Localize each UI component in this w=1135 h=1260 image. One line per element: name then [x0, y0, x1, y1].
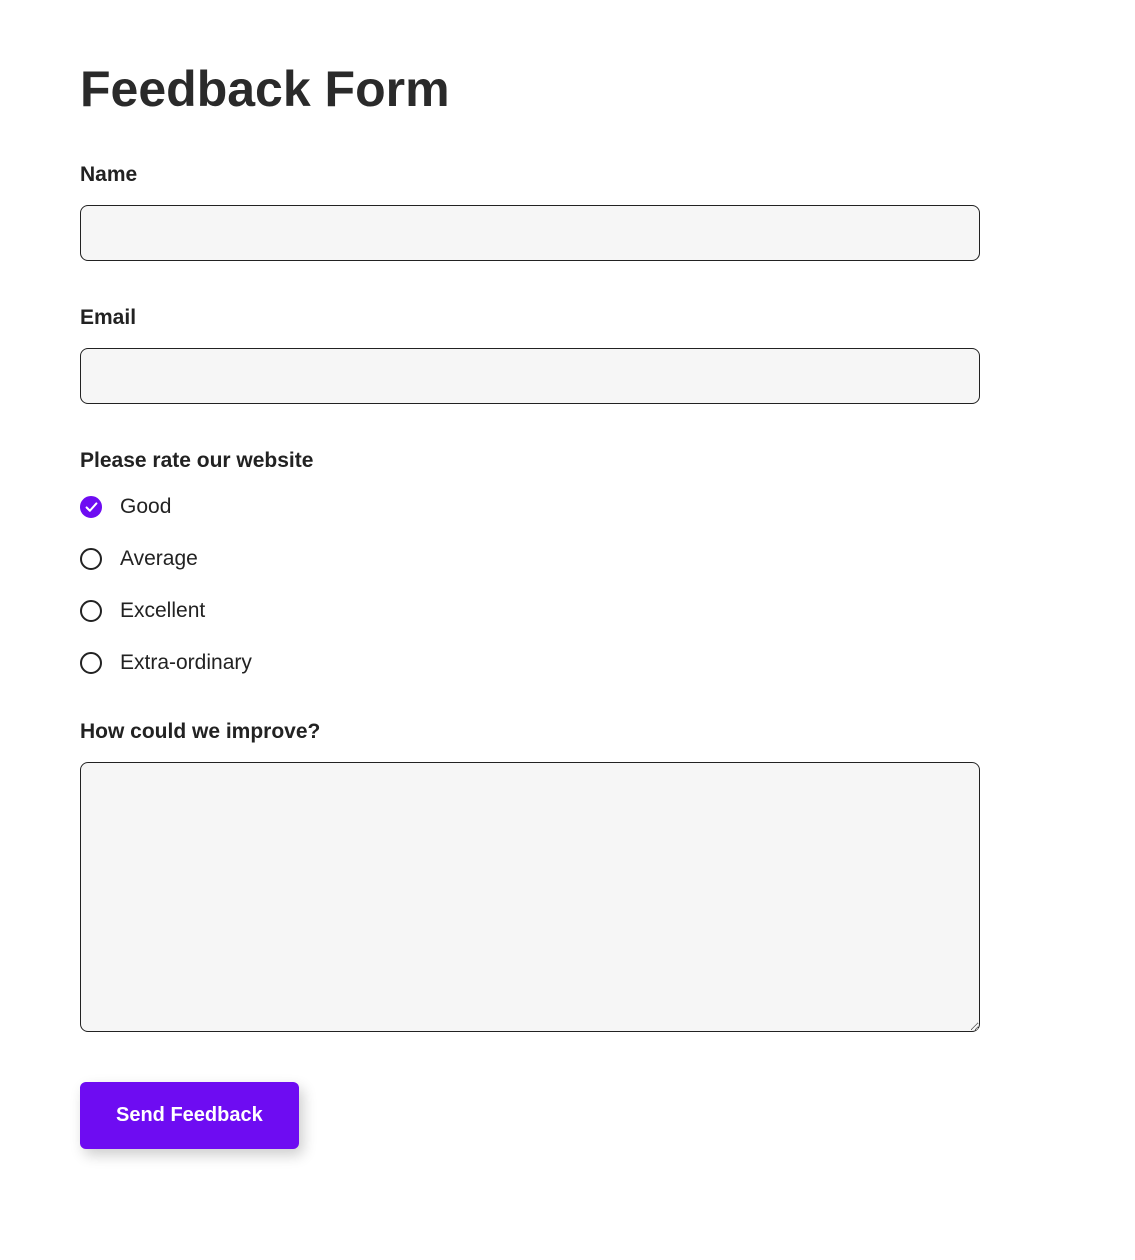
email-field-group: Email — [80, 306, 980, 404]
name-field-group: Name — [80, 163, 980, 261]
radio-icon — [80, 548, 102, 570]
radio-label: Good — [120, 495, 171, 519]
feedback-form: Feedback Form Name Email Please rate our… — [80, 60, 980, 1149]
improve-label: How could we improve? — [80, 720, 980, 744]
name-label: Name — [80, 163, 980, 187]
radio-label: Average — [120, 547, 198, 571]
form-title: Feedback Form — [80, 60, 980, 118]
radio-icon — [80, 600, 102, 622]
radio-option-average[interactable]: Average — [80, 547, 980, 571]
name-input[interactable] — [80, 205, 980, 261]
rating-group: Please rate our website Good Average — [80, 449, 980, 675]
radio-label: Excellent — [120, 599, 205, 623]
check-icon — [85, 501, 98, 514]
improve-textarea[interactable] — [80, 762, 980, 1032]
radio-option-excellent[interactable]: Excellent — [80, 599, 980, 623]
radio-option-good[interactable]: Good — [80, 495, 980, 519]
rating-question: Please rate our website — [80, 449, 980, 473]
improve-field-group: How could we improve? — [80, 720, 980, 1037]
radio-icon — [80, 652, 102, 674]
email-input[interactable] — [80, 348, 980, 404]
email-label: Email — [80, 306, 980, 330]
radio-option-extra-ordinary[interactable]: Extra-ordinary — [80, 651, 980, 675]
radio-label: Extra-ordinary — [120, 651, 252, 675]
radio-icon — [80, 496, 102, 518]
send-feedback-button[interactable]: Send Feedback — [80, 1082, 299, 1149]
